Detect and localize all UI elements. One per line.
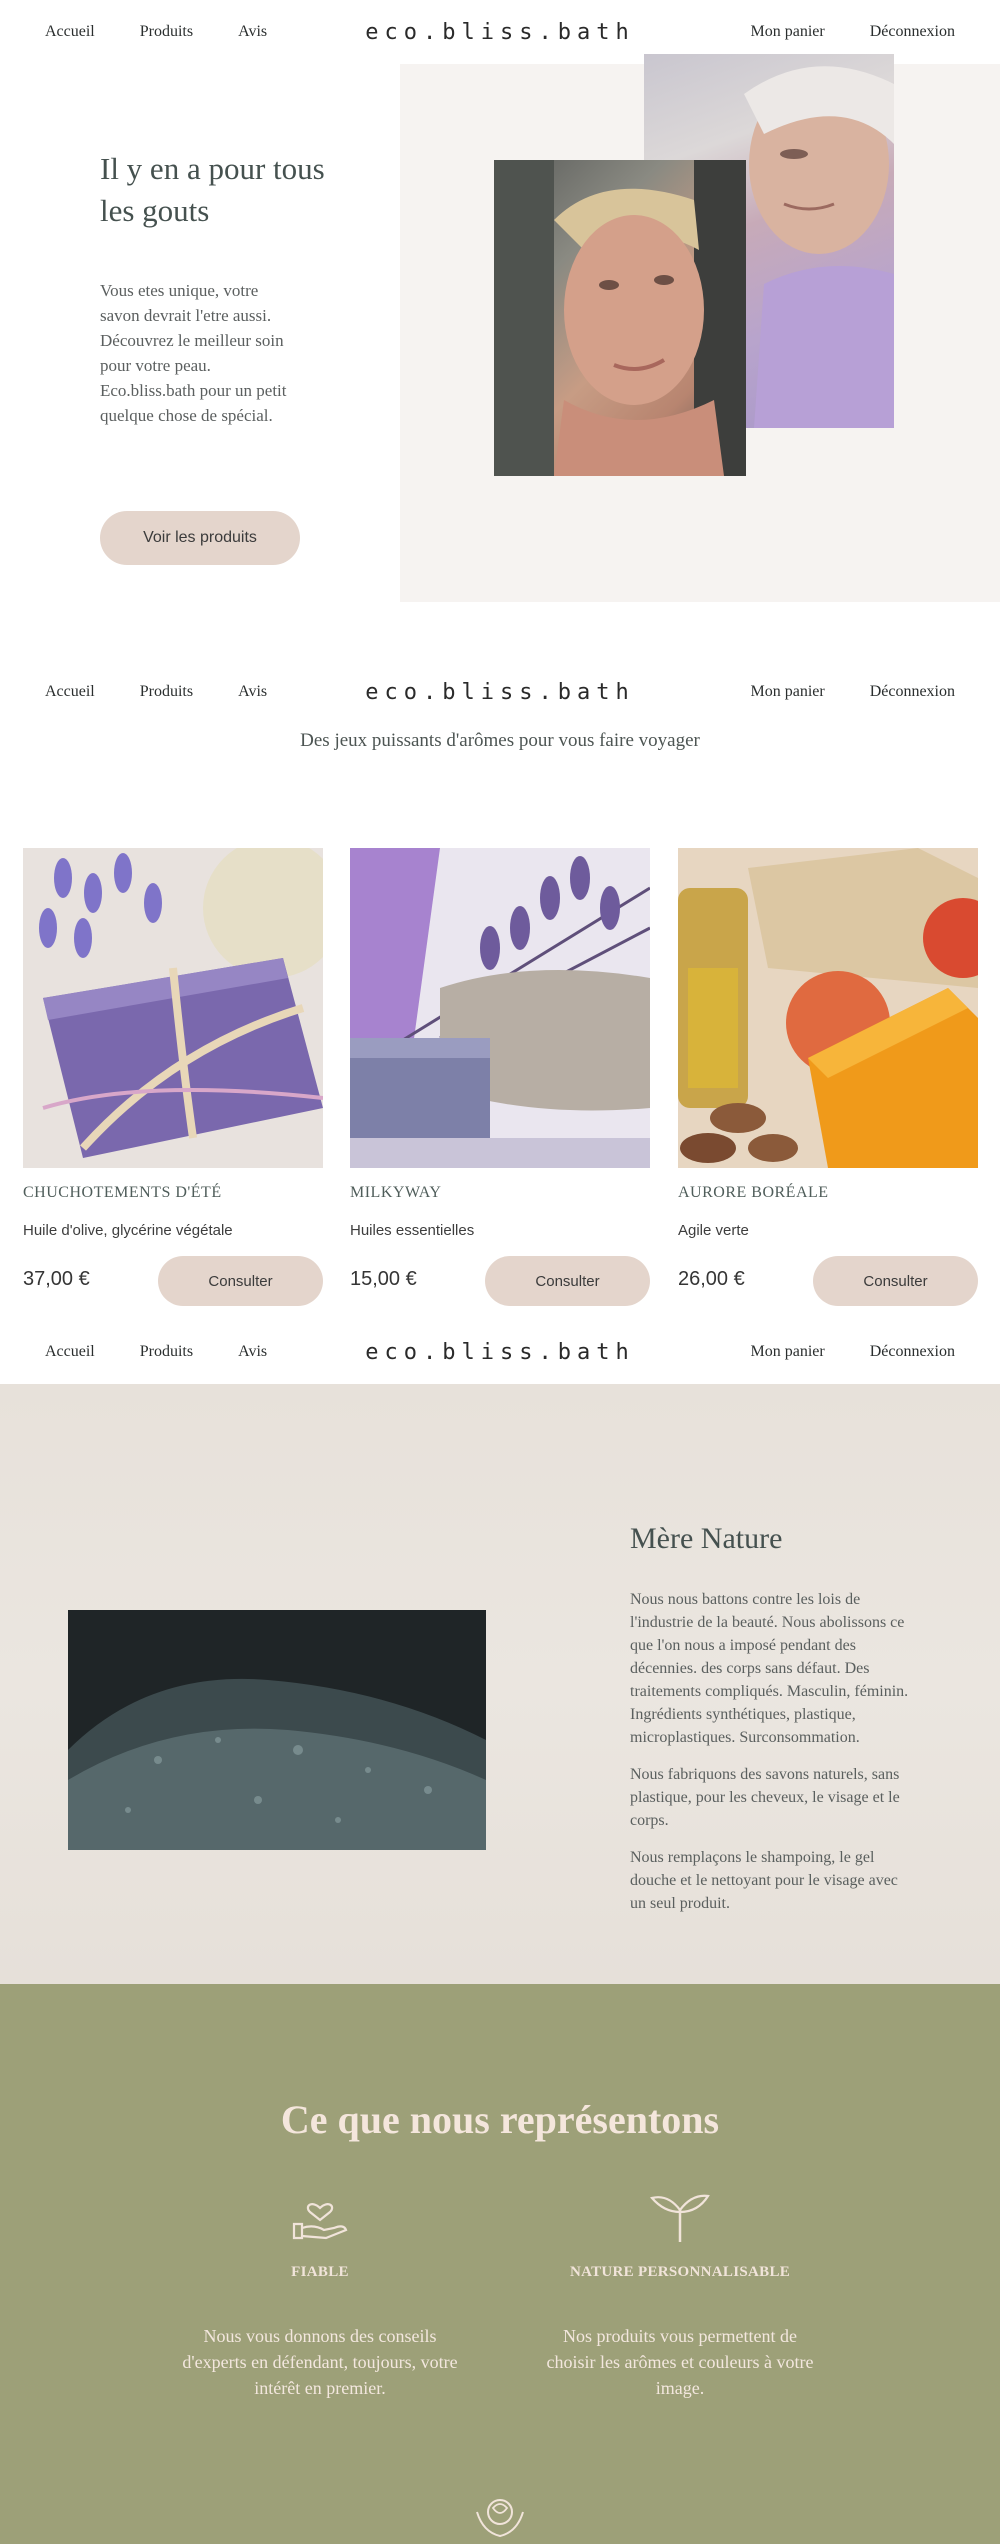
- nav-left: Accueil Produits Avis: [0, 683, 267, 701]
- nav-link-avis[interactable]: Avis: [238, 683, 267, 701]
- nav-link-avis[interactable]: Avis: [238, 23, 267, 41]
- nav-link-produits[interactable]: Produits: [140, 1343, 193, 1361]
- nav-left: Accueil Produits Avis: [0, 1343, 267, 1361]
- nav-right: Mon panier Déconnexion: [750, 1343, 1000, 1361]
- product-name: Aurore Boréale: [678, 1184, 829, 1201]
- nav-link-panier[interactable]: Mon panier: [750, 1343, 824, 1361]
- nav-link-panier[interactable]: Mon panier: [750, 23, 824, 41]
- heart-hand-icon: [292, 2203, 348, 2240]
- product-name: Chuchotements d'été: [23, 1184, 222, 1201]
- nature-text: Nous nous battons contre les lois de l'i…: [630, 1588, 910, 1929]
- nature-paragraph: Nous fabriquons des savons naturels, san…: [630, 1766, 900, 1829]
- product-image[interactable]: [23, 838, 343, 1168]
- nav-link-accueil[interactable]: Accueil: [45, 683, 95, 701]
- hero-text: Vous etes unique, votre savon devrait l'…: [100, 281, 287, 425]
- nav-link-deconnexion[interactable]: Déconnexion: [870, 23, 955, 41]
- nav-link-deconnexion[interactable]: Déconnexion: [870, 1343, 955, 1361]
- values-title: Ce que nous représentons: [280, 2097, 720, 2142]
- nav-right: Mon panier Déconnexion: [750, 683, 1000, 701]
- mother-nature-section: Mère Nature Nous nous battons contre les…: [0, 1384, 1000, 1984]
- product-price: 37,00 €: [23, 1268, 90, 1290]
- consult-button[interactable]: Consulter: [158, 1256, 323, 1306]
- nav-link-accueil[interactable]: Accueil: [45, 1343, 95, 1361]
- value-item: NATURE PERSONNALISABLE Nos produits vous…: [520, 2184, 840, 2401]
- view-products-button[interactable]: Voir les produits: [100, 511, 300, 565]
- nav-link-panier[interactable]: Mon panier: [750, 683, 824, 701]
- nav-link-avis[interactable]: Avis: [238, 1343, 267, 1361]
- nature-paragraph: Nous nous battons contre les lois de l'i…: [630, 1591, 909, 1746]
- products-navbar: Accueil Produits Avis eco.bliss.bath Mon…: [0, 660, 1000, 724]
- product-image[interactable]: [678, 848, 1000, 1168]
- nav-link-accueil[interactable]: Accueil: [45, 23, 95, 41]
- product-price: 26,00 €: [678, 1268, 745, 1290]
- nav-link-deconnexion[interactable]: Déconnexion: [870, 683, 955, 701]
- product-card: Milkyway Huiles essentielles 15,00 € Con…: [350, 848, 651, 1310]
- nature-image: [68, 1610, 486, 1850]
- nav-link-produits[interactable]: Produits: [140, 23, 193, 41]
- value-text: Nous vous donnons des conseils d'experts…: [182, 2326, 458, 2398]
- value-item: FIABLE Nous vous donnons des conseils d'…: [160, 2184, 480, 2401]
- consult-button[interactable]: Consulter: [813, 1256, 978, 1306]
- products-tagline: Des jeux puissants d'arômes pour vous fa…: [300, 730, 700, 751]
- nature-navbar: Accueil Produits Avis eco.bliss.bath Mon…: [0, 1320, 1000, 1384]
- hero-title: Il y en a pour tous les gouts: [100, 151, 325, 228]
- product-card: Chuchotements d'été Huile d'olive, glycé…: [23, 838, 343, 1310]
- value-heading: FIABLE: [291, 2264, 349, 2280]
- sprout-icon: [650, 2194, 710, 2242]
- hero-photo-young-person: [494, 160, 746, 476]
- product-description: Agile verte: [678, 1222, 749, 1239]
- nav-right: Mon panier Déconnexion: [750, 23, 1000, 41]
- value-heading: NATURE PERSONNALISABLE: [569, 2264, 791, 2280]
- values-section: Ce que nous représentons FIABLE Nous vou…: [0, 1984, 1000, 2544]
- nature-paragraph: Nous remplaçons le shampoing, le gel dou…: [630, 1849, 898, 1912]
- consult-button[interactable]: Consulter: [485, 1256, 650, 1306]
- product-image[interactable]: [350, 848, 651, 1168]
- nav-link-produits[interactable]: Produits: [140, 683, 193, 701]
- product-name: Milkyway: [350, 1184, 442, 1201]
- nature-title: Mère Nature: [630, 1522, 783, 1555]
- rose-hand-icon: [476, 2499, 524, 2538]
- value-text: Nos produits vous permettent de choisir …: [546, 2326, 814, 2398]
- product-description: Huile d'olive, glycérine végétale: [23, 1222, 233, 1239]
- nav-left: Accueil Produits Avis: [0, 23, 267, 41]
- product-card: Aurore Boréale Agile verte 26,00 € Consu…: [678, 848, 1000, 1310]
- product-price: 15,00 €: [350, 1268, 417, 1290]
- product-description: Huiles essentielles: [350, 1222, 475, 1239]
